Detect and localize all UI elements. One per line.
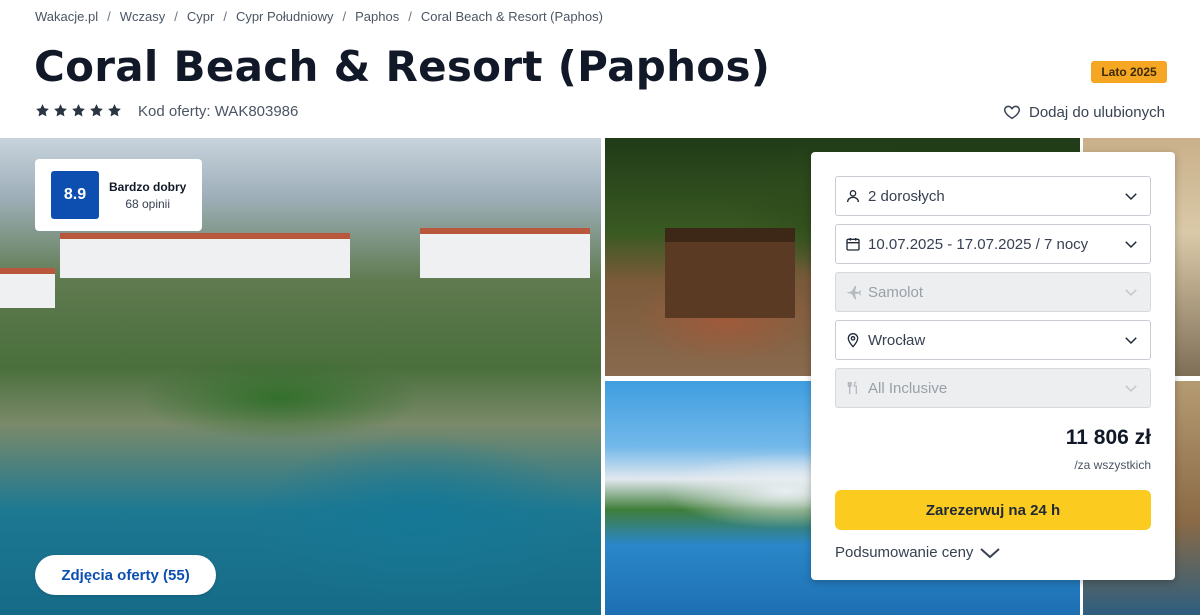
review-count: 68 opinii — [125, 196, 171, 211]
heart-icon — [1003, 105, 1021, 120]
location-pin-icon — [844, 331, 862, 349]
breadcrumb-item-city[interactable]: Paphos — [355, 9, 399, 24]
cutlery-icon — [844, 379, 862, 397]
calendar-icon — [844, 235, 862, 253]
star-icon — [54, 104, 67, 117]
rating-label: Bardzo dobry — [109, 179, 187, 194]
breadcrumb-separator: / — [223, 9, 227, 24]
price-summary-label: Podsumowanie ceny — [835, 544, 974, 561]
chevron-down-icon — [1125, 385, 1137, 393]
star-icon — [108, 104, 121, 117]
price-note: /za wszystkich — [1074, 458, 1151, 472]
offer-code: Kod oferty: WAK803986 — [138, 103, 299, 120]
travelers-value: 2 dorosłych — [868, 187, 945, 205]
chevron-down-icon — [980, 547, 1001, 558]
breadcrumb-separator: / — [408, 9, 412, 24]
board-value: All Inclusive — [868, 379, 948, 397]
chevron-down-icon — [1125, 241, 1137, 249]
plane-icon — [844, 283, 862, 301]
breadcrumb-separator: / — [342, 9, 347, 24]
breadcrumb-item-region[interactable]: Cypr Południowy — [236, 9, 334, 24]
rating-card[interactable]: 8.9 Bardzo dobry 68 opinii — [35, 159, 202, 231]
favorites-label: Dodaj do ulubionych — [1029, 103, 1165, 121]
transport-select: Samolot — [835, 272, 1151, 312]
person-icon — [844, 187, 862, 205]
star-icon — [90, 104, 103, 117]
breadcrumb-separator: / — [107, 9, 111, 24]
page-title: Coral Beach & Resort (Paphos) — [34, 42, 771, 91]
breadcrumb-item-country[interactable]: Cypr — [187, 9, 214, 24]
transport-value: Samolot — [868, 283, 924, 301]
departure-value: Wrocław — [868, 331, 926, 349]
season-badge: Lato 2025 — [1091, 61, 1167, 83]
breadcrumb-item-home[interactable]: Wakacje.pl — [35, 9, 98, 24]
booking-panel: 2 dorosłych 10.07.2025 - 17.07.2025 / 7 … — [811, 152, 1175, 580]
photos-button[interactable]: Zdjęcia oferty (55) — [35, 555, 216, 595]
dates-value: 10.07.2025 - 17.07.2025 / 7 nocy — [868, 235, 1089, 253]
dates-select[interactable]: 10.07.2025 - 17.07.2025 / 7 nocy — [835, 224, 1151, 264]
total-price: 11 806 zł — [1065, 426, 1151, 449]
board-select: All Inclusive — [835, 368, 1151, 408]
star-icon — [36, 104, 49, 117]
travelers-select[interactable]: 2 dorosłych — [835, 176, 1151, 216]
book-button[interactable]: Zarezerwuj na 24 h — [835, 490, 1151, 530]
rating-score: 8.9 — [51, 171, 99, 219]
price-summary-link[interactable]: Podsumowanie ceny — [835, 544, 1001, 561]
breadcrumb-item-holidays[interactable]: Wczasy — [120, 9, 166, 24]
departure-select[interactable]: Wrocław — [835, 320, 1151, 360]
star-icon — [72, 104, 85, 117]
breadcrumb-separator: / — [174, 9, 178, 24]
chevron-down-icon — [1125, 193, 1137, 201]
breadcrumb-item-current: Coral Beach & Resort (Paphos) — [420, 9, 603, 24]
chevron-down-icon — [1125, 289, 1137, 297]
hotel-stars — [35, 103, 122, 118]
breadcrumb: Wakacje.pl / Wczasy / Cypr / Cypr Połudn… — [35, 9, 603, 24]
chevron-down-icon — [1125, 337, 1137, 345]
add-to-favorites-button[interactable]: Dodaj do ulubionych — [1003, 103, 1165, 121]
